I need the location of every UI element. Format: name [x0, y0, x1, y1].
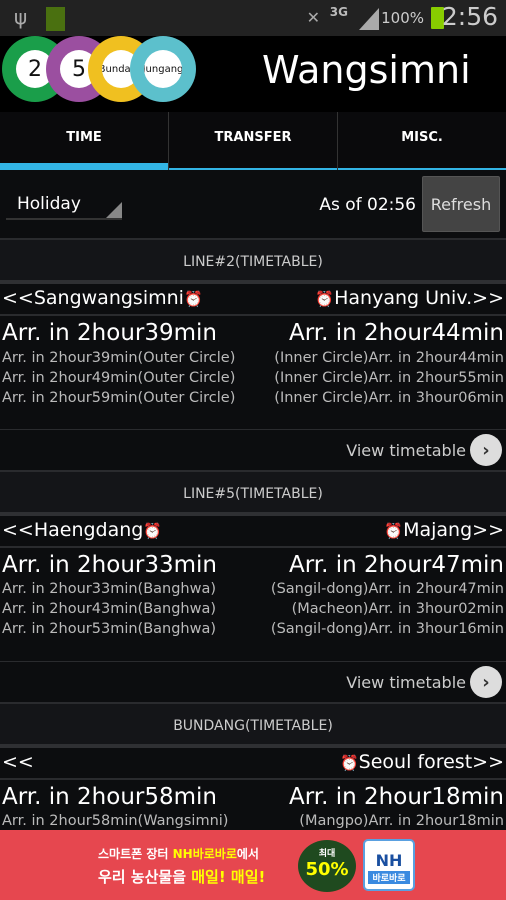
view-timetable-link[interactable]: View timetable — [346, 441, 466, 460]
station-row: <<Haengdang⏰ ⏰Majang>> — [0, 516, 506, 548]
left-arrival: Arr. in 2hour53min(Banghwa) — [2, 621, 217, 637]
right-next-arrival: Arr. in 2hour47min — [289, 552, 504, 578]
clock: 2:56 — [441, 2, 498, 31]
right-arrival: (Inner Circle)Arr. in 2hour55min — [274, 370, 504, 386]
tab-bar: TIME TRANSFER MISC. — [0, 112, 506, 170]
view-timetable-row[interactable]: View timetable › — [0, 661, 506, 703]
prev-station[interactable]: <<Haengdang — [2, 519, 143, 541]
left-arrival: Arr. in 2hour49min(Outer Circle) — [2, 370, 236, 386]
alarm-icon[interactable]: ⏰ — [384, 522, 403, 540]
status-bar: ψ ✕ 3G 100% 2:56 — [0, 0, 506, 36]
ad-line-1: 스마트폰 장터 NH바로바로에서 — [98, 847, 259, 861]
ad-discount-badge: 최대 50% — [298, 840, 356, 892]
chevron-right-icon[interactable]: › — [470, 666, 502, 698]
section-title: BUNDANG(TIMETABLE) — [0, 702, 506, 748]
app-header: 2 5 Bundang Jungang Wangsimni — [0, 36, 506, 112]
right-arrival: (Mangpo)Arr. in 2hour18min — [299, 813, 504, 829]
left-arrival: Arr. in 2hour59min(Outer Circle) — [2, 390, 236, 406]
as-of-time: As of 02:56 — [319, 195, 416, 215]
right-arrival: (Inner Circle)Arr. in 2hour44min — [274, 350, 504, 366]
next-station[interactable]: Seoul forest>> — [359, 751, 504, 773]
right-next-arrival: Arr. in 2hour18min — [289, 784, 504, 810]
right-arrival: (Macheon)Arr. in 3hour02min — [291, 601, 504, 617]
right-arrival: (Sangil-dong)Arr. in 2hour47min — [270, 581, 504, 597]
station-row: <<Sangwangsimni⏰ ⏰Hanyang Univ.>> — [0, 284, 506, 316]
left-next-arrival: Arr. in 2hour33min — [2, 552, 217, 578]
usb-icon: ψ — [14, 5, 28, 29]
section-title: LINE#5(TIMETABLE) — [0, 470, 506, 516]
signal-icon — [359, 8, 379, 30]
alarm-icon[interactable]: ⏰ — [143, 522, 162, 540]
alarm-icon[interactable]: ⏰ — [340, 754, 359, 772]
view-timetable-link[interactable]: View timetable — [346, 673, 466, 692]
network-type: 3G — [329, 5, 348, 19]
left-arrival: Arr. in 2hour58min(Wangsimni) — [2, 813, 229, 829]
ad-banner[interactable]: 스마트폰 장터 NH바로바로에서 우리 농산물을 매일! 매일! 최대 50% N… — [0, 830, 506, 900]
next-station[interactable]: Hanyang Univ.>> — [334, 287, 504, 309]
right-arrival: (Sangil-dong)Arr. in 3hour16min — [270, 621, 504, 637]
prev-station[interactable]: <<Sangwangsimni — [2, 287, 184, 309]
chevron-right-icon[interactable]: › — [470, 434, 502, 466]
nh-logo: NH 바로바로 — [363, 839, 415, 891]
station-title: Wangsimni — [262, 48, 471, 92]
controls: Holiday As of 02:56 Refresh — [0, 170, 506, 238]
alarm-icon[interactable]: ⏰ — [184, 290, 203, 308]
tab-misc[interactable]: MISC. — [338, 112, 506, 170]
view-timetable-row[interactable]: View timetable › — [0, 429, 506, 471]
left-arrival: Arr. in 2hour39min(Outer Circle) — [2, 350, 236, 366]
left-arrival: Arr. in 2hour33min(Banghwa) — [2, 581, 217, 597]
tab-transfer[interactable]: TRANSFER — [169, 112, 338, 170]
line-label: Jungang — [144, 50, 182, 88]
ad-line-2: 우리 농산물을 매일! 매일! — [98, 868, 266, 886]
section-title: LINE#2(TIMETABLE) — [0, 238, 506, 284]
vibrate-icon: ✕ — [306, 8, 320, 27]
right-arrival: (Inner Circle)Arr. in 3hour06min — [274, 390, 504, 406]
station-row: << ⏰Seoul forest>> — [0, 748, 506, 780]
tab-time[interactable]: TIME — [0, 112, 169, 170]
alarm-icon[interactable]: ⏰ — [315, 290, 334, 308]
next-station[interactable]: Majang>> — [403, 519, 504, 541]
day-type-select[interactable]: Holiday — [6, 192, 122, 220]
right-next-arrival: Arr. in 2hour44min — [289, 320, 504, 346]
left-next-arrival: Arr. in 2hour58min — [2, 784, 217, 810]
prev-station[interactable]: << — [2, 751, 34, 773]
battery-percent: 100% — [381, 9, 424, 27]
line-jungang-badge[interactable]: Jungang — [130, 36, 196, 102]
left-next-arrival: Arr. in 2hour39min — [2, 320, 217, 346]
refresh-button[interactable]: Refresh — [422, 176, 500, 232]
battery-small-icon — [46, 7, 65, 31]
left-arrival: Arr. in 2hour43min(Banghwa) — [2, 601, 217, 617]
